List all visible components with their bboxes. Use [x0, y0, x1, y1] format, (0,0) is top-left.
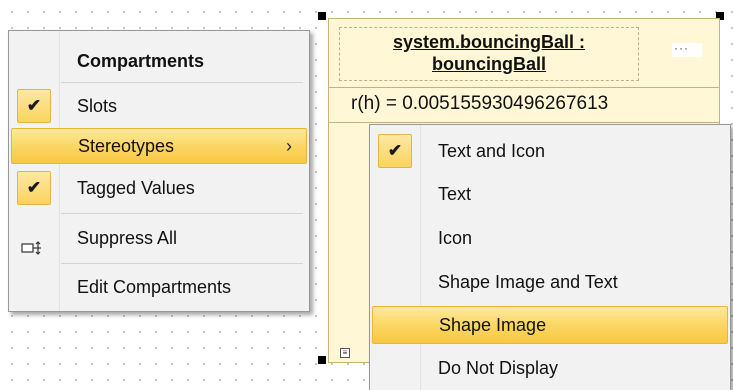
- submenu-item-shape-image[interactable]: Shape Image: [372, 306, 728, 344]
- compartments-context-menu: Compartments ✔ Slots Stereotypes › ✔ Tag…: [8, 30, 310, 312]
- menu-item-label: Edit Compartments: [77, 277, 232, 297]
- menu-separator: [61, 82, 303, 83]
- submenu-item-label: Do Not Display: [438, 358, 559, 378]
- menu-item-slots[interactable]: ✔ Slots: [11, 84, 307, 128]
- menu-item-stereotypes[interactable]: Stereotypes ›: [11, 128, 307, 164]
- menu-item-edit-compartments[interactable]: Edit Compartments: [11, 265, 307, 309]
- submenu-item-shape-image-and-text[interactable]: Shape Image and Text: [372, 261, 728, 303]
- expand-compartment-icon[interactable]: ≡: [340, 348, 350, 358]
- submenu-item-label: Icon: [438, 228, 473, 248]
- selection-handle-top-left[interactable]: [318, 12, 326, 20]
- suppress-compartments-icon: [21, 228, 43, 255]
- menu-item-tagged-values[interactable]: ✔ Tagged Values: [11, 166, 307, 210]
- submenu-item-icon[interactable]: Icon: [372, 217, 728, 259]
- menu-separator: [61, 263, 303, 264]
- check-icon: ✔: [17, 89, 51, 123]
- slot-compartment[interactable]: r(h) = 0.005155930496267613: [329, 87, 719, 123]
- menu-item-label: Slots: [77, 96, 118, 116]
- ellipsis-icon[interactable]: ···: [674, 41, 689, 55]
- menu-item-suppress-all[interactable]: Suppress All: [11, 215, 307, 261]
- menu-item-label: Tagged Values: [77, 178, 195, 198]
- slot-value-text: r(h) = 0.005155930496267613: [351, 93, 609, 114]
- submenu-item-label: Text and Icon: [438, 141, 546, 161]
- check-icon: ✔: [17, 171, 51, 205]
- menu-header-label: Compartments: [77, 51, 205, 71]
- selection-handle-bottom-left[interactable]: [318, 356, 326, 364]
- submenu-arrow-icon: ›: [286, 136, 292, 156]
- menu-separator: [61, 213, 303, 214]
- node-header: system.bouncingBall : bouncingBall ···: [329, 19, 719, 88]
- submenu-item-label: Shape Image and Text: [438, 272, 618, 292]
- submenu-item-text-and-icon[interactable]: ✔ Text and Icon: [372, 129, 728, 173]
- check-icon: ✔: [378, 134, 412, 168]
- submenu-item-do-not-display[interactable]: Do Not Display: [372, 347, 728, 389]
- submenu-item-label: Text: [438, 184, 472, 204]
- menu-item-label: Suppress All: [77, 228, 178, 248]
- stereotypes-submenu: ✔ Text and Icon Text Icon Shape Image an…: [369, 124, 731, 390]
- submenu-item-label: Shape Image: [439, 315, 547, 335]
- menu-item-label: Stereotypes: [78, 136, 175, 156]
- menu-header-compartments: Compartments: [11, 39, 307, 83]
- submenu-item-text[interactable]: Text: [372, 173, 728, 215]
- node-title: system.bouncingBall : bouncingBall: [392, 32, 586, 74]
